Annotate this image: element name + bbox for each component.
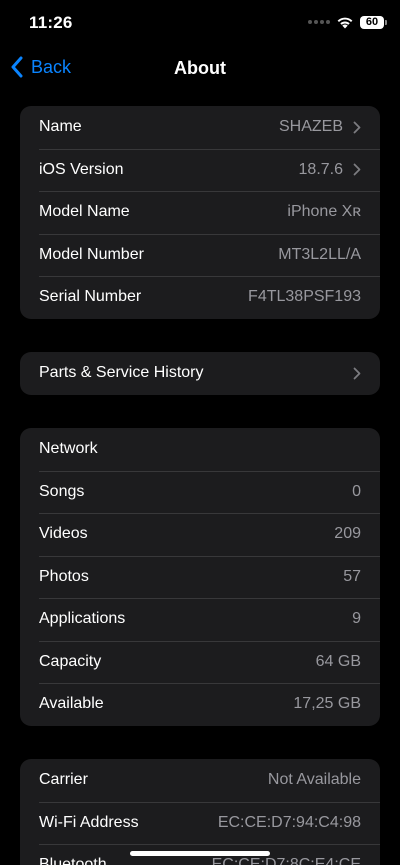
row-wifi-address: Wi-Fi Address EC:CE:D7:94:C4:98 — [20, 801, 380, 845]
row-label: iOS Version — [39, 160, 124, 178]
status-bar: 11:26 60 — [0, 0, 400, 46]
row-label: Applications — [39, 610, 126, 628]
row-label: Available — [39, 695, 104, 713]
row-value: 57 — [343, 567, 361, 585]
row-model-number: Model Number MT3L2LL/A — [20, 233, 380, 277]
navigation-bar: Back About — [0, 46, 400, 90]
page-title: About — [174, 58, 226, 78]
device-info-group: Name SHAZEB iOS Version 18.7.6 Model Nam… — [20, 106, 380, 319]
row-carrier: Carrier Not Available — [20, 759, 380, 802]
row-parts-service-history[interactable]: Parts & Service History — [20, 352, 380, 395]
row-value: iPhone Xʀ — [287, 203, 361, 221]
row-label: Videos — [39, 525, 88, 543]
status-time: 11:26 — [29, 13, 73, 32]
row-label: Carrier — [39, 771, 88, 789]
row-value: 64 GB — [315, 652, 361, 670]
row-label: Photos — [39, 567, 89, 585]
row-capacity: Capacity 64 GB — [20, 640, 380, 684]
network-info-group: Carrier Not Available Wi-Fi Address EC:C… — [20, 759, 380, 865]
row-label: Parts & Service History — [39, 364, 204, 382]
row-value-wrap: 18.7.6 — [299, 161, 361, 179]
row-name[interactable]: Name SHAZEB — [20, 106, 380, 149]
row-label: Network — [39, 440, 98, 458]
row-label: Model Number — [39, 245, 144, 263]
row-label: Name — [39, 118, 82, 136]
row-value-wrap: SHAZEB — [279, 118, 361, 136]
row-value: 9 — [352, 610, 361, 628]
row-label: Songs — [39, 482, 85, 500]
battery-icon: 60 — [360, 15, 387, 29]
row-value: F4TL38PSF193 — [248, 288, 361, 306]
row-value: 17,25 GB — [293, 695, 361, 713]
row-label: Wi-Fi Address — [39, 813, 139, 831]
row-ios-version[interactable]: iOS Version 18.7.6 — [20, 148, 380, 192]
row-songs: Songs 0 — [20, 470, 380, 514]
usage-stats-group: Network Songs 0 Videos 209 Photos 57 App… — [20, 428, 380, 726]
parts-service-group: Parts & Service History — [20, 352, 380, 395]
row-value: SHAZEB — [278, 118, 343, 136]
row-value: EC:CE:D7:8C:E4:CE — [211, 856, 361, 865]
row-value: 209 — [334, 525, 361, 543]
row-value: 0 — [352, 482, 361, 500]
row-model-name: Model Name iPhone Xʀ — [20, 191, 380, 234]
row-value: Not Available — [267, 771, 361, 789]
wifi-icon — [337, 17, 353, 29]
row-label: Serial Number — [39, 288, 142, 306]
row-videos: Videos 209 — [20, 513, 380, 556]
row-label: Bluetooth — [39, 856, 107, 865]
chevron-right-icon — [353, 121, 361, 134]
row-photos: Photos 57 — [20, 555, 380, 599]
cellular-signal-icon — [308, 20, 330, 24]
chevron-right-icon — [353, 367, 361, 380]
row-value-wrap — [353, 367, 361, 380]
about-screen: 11:26 60 Back About Name SHAZEB iOS Vers… — [0, 0, 400, 865]
row-serial-number: Serial Number F4TL38PSF193 — [20, 276, 380, 319]
status-indicators: 60 — [308, 15, 387, 29]
row-value: 18.7.6 — [298, 160, 343, 178]
row-applications: Applications 9 — [20, 598, 380, 641]
chevron-right-icon — [353, 163, 361, 176]
row-label: Model Name — [39, 203, 130, 221]
row-label: Capacity — [39, 652, 102, 670]
battery-level: 60 — [365, 15, 379, 28]
row-available: Available 17,25 GB — [20, 683, 380, 726]
row-value: EC:CE:D7:94:C4:98 — [217, 813, 361, 831]
row-value: MT3L2LL/A — [278, 245, 361, 263]
row-network: Network — [20, 428, 380, 471]
home-indicator[interactable] — [130, 851, 270, 856]
